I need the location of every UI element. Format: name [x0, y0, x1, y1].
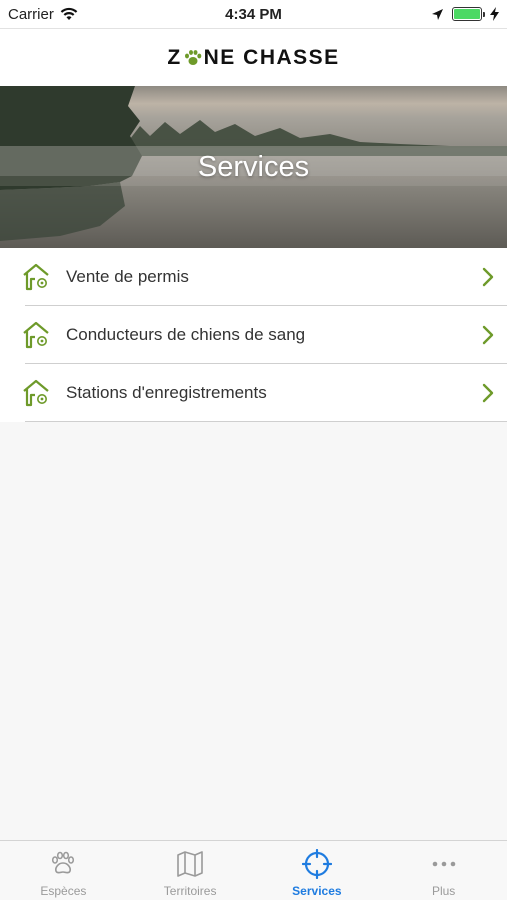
chevron-right-icon [482, 325, 494, 345]
page-title: Services [197, 150, 310, 183]
service-label: Stations d'enregistrements [66, 383, 267, 402]
tab-label: Services [292, 884, 342, 898]
service-label: Vente de permis [66, 267, 189, 286]
house-icon [23, 263, 49, 291]
tab-label: Territoires [163, 884, 217, 898]
hero-banner: Services [0, 86, 507, 248]
battery-level [454, 9, 480, 19]
paw-logo-icon [184, 49, 201, 65]
map-icon [177, 851, 203, 877]
house-icon [23, 321, 49, 349]
chevron-right-icon [482, 383, 494, 403]
service-item-vente-de-permis[interactable]: Vente de permis [0, 248, 507, 306]
more-icon [432, 861, 455, 867]
crosshair-icon [301, 849, 332, 879]
wifi-icon [60, 7, 78, 20]
tab-services[interactable]: Services [254, 841, 381, 900]
app-logo: Z NE CHASSE [167, 46, 339, 70]
service-item-stations-enregistrements[interactable]: Stations d'enregistrements [0, 364, 507, 422]
service-label: Conducteurs de chiens de sang [66, 325, 306, 344]
charging-bolt-icon [490, 7, 499, 21]
chevron-right-icon [482, 267, 494, 287]
house-icon [23, 379, 49, 407]
tab-label: Espèces [40, 884, 87, 898]
carrier-label: Carrier [8, 5, 54, 23]
battery-icon [452, 7, 485, 21]
status-left: Carrier [8, 6, 78, 23]
tab-label: Plus [431, 884, 456, 898]
status-right [431, 7, 499, 21]
logo-text-end: NE CHASSE [203, 45, 340, 69]
tab-especes[interactable]: Espèces [0, 841, 127, 900]
status-bar: Carrier 4:34 PM [0, 0, 507, 28]
tab-plus[interactable]: Plus [380, 841, 507, 900]
logo-text-start: Z [167, 45, 182, 69]
status-time: 4:34 PM [225, 5, 282, 23]
service-item-conducteurs-de-chiens-de-sang[interactable]: Conducteurs de chiens de sang [0, 306, 507, 364]
app-header: Z NE CHASSE [0, 28, 507, 86]
divider [25, 421, 507, 422]
tab-territoires[interactable]: Territoires [127, 841, 254, 900]
services-list: Vente de permis Conducteurs de chiens de… [0, 248, 507, 422]
location-arrow-icon [432, 8, 443, 20]
tab-bar: Espèces Territoires Services Plus [0, 840, 507, 900]
paw-icon [52, 851, 75, 874]
